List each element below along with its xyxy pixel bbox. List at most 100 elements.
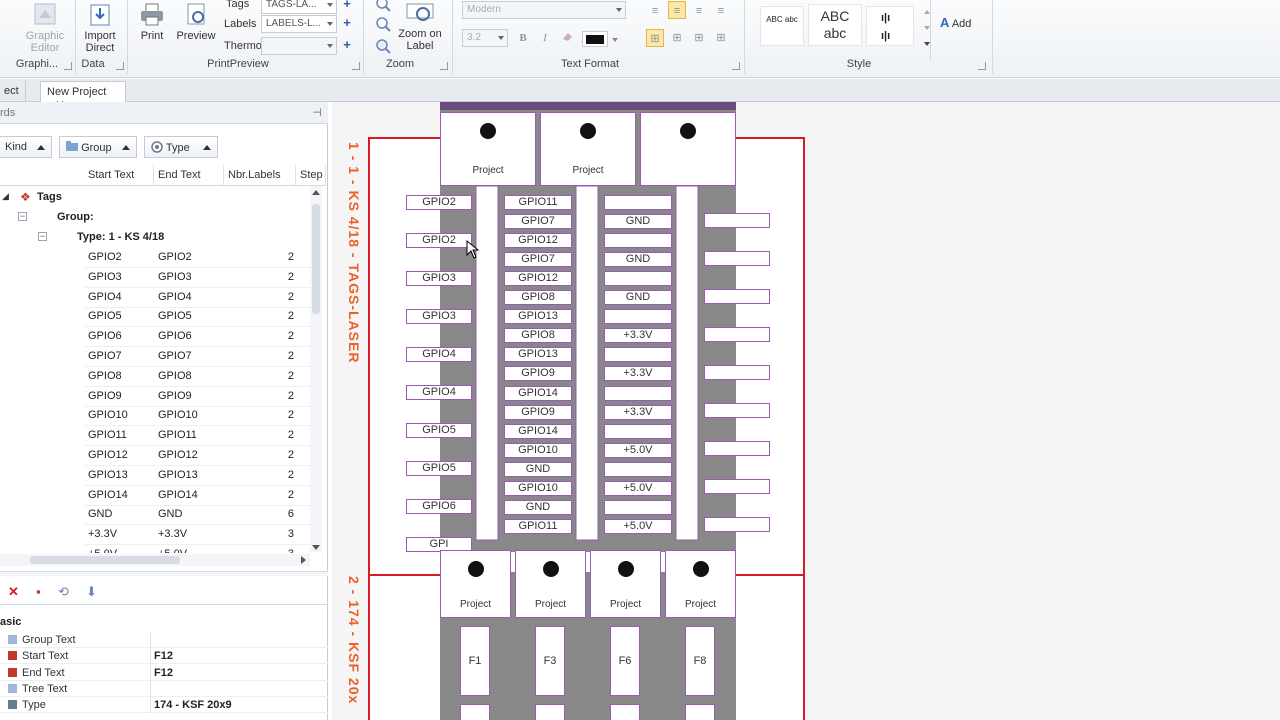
tag-label[interactable]: GPIO11 xyxy=(504,195,572,210)
tag-label[interactable]: GPIO5 xyxy=(406,461,472,476)
font-color-dropdown[interactable] xyxy=(612,38,618,42)
scroll-right-arrow[interactable] xyxy=(301,556,306,564)
tag-label[interactable]: GPIO12 xyxy=(504,233,572,249)
printpreview-dialog-launcher[interactable] xyxy=(352,62,360,70)
tag-label[interactable] xyxy=(604,271,672,287)
text-rotate-button[interactable]: ⊞ xyxy=(712,29,730,47)
style-sample-small[interactable]: ABC abc xyxy=(760,6,804,46)
tag-label-empty[interactable] xyxy=(704,251,770,266)
style-sample-rotated[interactable]: ı|ı ı|ı xyxy=(866,6,914,46)
style-sample-large[interactable]: ABC abc xyxy=(808,4,862,46)
horizontal-scrollbar[interactable] xyxy=(0,554,310,566)
tag-label[interactable]: GND xyxy=(504,461,572,477)
tag-label[interactable] xyxy=(604,195,672,210)
scroll-down-arrow[interactable] xyxy=(312,545,320,550)
tag-label[interactable]: GPIO13 xyxy=(504,347,572,363)
refresh-icon[interactable]: ⟲ xyxy=(58,584,69,600)
tag-label[interactable]: GND xyxy=(504,499,572,515)
tag-label[interactable]: GPIO5 xyxy=(406,423,472,438)
tag-label[interactable]: GPIO8 xyxy=(504,328,572,344)
tag-label[interactable]: GPIO3 xyxy=(406,309,472,324)
property-row[interactable]: Tree Text xyxy=(0,680,328,697)
scroll-thumb[interactable] xyxy=(312,204,320,314)
table-row[interactable]: GPIO13 GPIO13 2 xyxy=(0,466,310,486)
tag-label[interactable]: GND xyxy=(604,214,672,230)
properties-section-header[interactable]: asic xyxy=(0,616,21,628)
tag-label-empty[interactable] xyxy=(704,441,770,456)
table-row[interactable]: GPIO9 GPIO9 2 xyxy=(0,387,310,407)
property-row[interactable]: End Text F12 xyxy=(0,664,328,681)
tag-label[interactable]: GPIO3 xyxy=(406,271,472,286)
labels-add-button[interactable]: + xyxy=(340,16,354,31)
scroll-up-arrow[interactable] xyxy=(312,190,320,195)
add-style-button[interactable]: A Add xyxy=(940,16,984,30)
tag-label-empty[interactable] xyxy=(704,289,770,304)
tag-label-empty[interactable] xyxy=(704,365,770,380)
font-color-button[interactable] xyxy=(582,31,608,47)
table-row[interactable]: GPIO8 GPIO8 2 xyxy=(0,367,310,387)
table-row[interactable]: GND GND 6 xyxy=(0,505,310,526)
tag-label[interactable]: +5.0V xyxy=(604,518,672,534)
project-tag[interactable]: Project xyxy=(515,550,586,618)
property-value[interactable]: 174 - KSF 20x9 xyxy=(154,699,232,711)
style-gallery-scroll[interactable] xyxy=(920,4,934,54)
project-tag[interactable]: Project xyxy=(440,550,511,618)
project-tag[interactable]: Project xyxy=(590,550,661,618)
table-row[interactable]: +5.0V +5.0V 3 xyxy=(0,545,310,553)
tag-label[interactable]: GPIO7 xyxy=(504,252,572,268)
tag-label[interactable] xyxy=(604,423,672,439)
table-row[interactable]: GPIO3 GPIO3 2 xyxy=(0,268,310,288)
zoom-in-button[interactable] xyxy=(374,0,392,15)
tag-label[interactable]: GPIO2 xyxy=(406,195,472,210)
pin-icon[interactable]: ⊣ xyxy=(312,106,322,119)
tag-label-empty[interactable] xyxy=(704,327,770,342)
bold-button[interactable]: B xyxy=(514,29,532,47)
tag-label-empty[interactable] xyxy=(704,479,770,494)
tag-label[interactable]: GPIO10 xyxy=(504,480,572,496)
property-row[interactable]: Start Text F12 xyxy=(0,648,328,665)
valign-middle-button[interactable]: ⊞ xyxy=(668,29,686,47)
delete-icon[interactable]: ✕ xyxy=(8,584,19,600)
table-row[interactable]: GPIO10 GPIO10 2 xyxy=(0,406,310,427)
table-row[interactable]: GPIO14 GPIO14 2 xyxy=(0,486,310,506)
tag-label-empty[interactable] xyxy=(704,213,770,228)
tag-label[interactable]: GPIO14 xyxy=(504,423,572,439)
tags-add-button[interactable]: + xyxy=(340,0,354,12)
style-dialog-launcher[interactable] xyxy=(978,62,986,70)
project-tag[interactable] xyxy=(640,112,736,186)
tag-label-empty[interactable] xyxy=(704,403,770,418)
tag-label[interactable]: GPIO9 xyxy=(504,404,572,420)
table-row[interactable]: GPIO2 GPIO2 2 xyxy=(0,248,310,268)
textformat-dialog-launcher[interactable] xyxy=(732,62,740,70)
zoom-on-label-button[interactable]: Zoom on Label xyxy=(398,0,442,52)
align-justify-button[interactable]: ≡ xyxy=(712,2,730,20)
tag-label[interactable]: GPIO7 xyxy=(504,214,572,230)
table-row[interactable]: GPIO7 GPIO7 2 xyxy=(0,347,310,367)
italic-button[interactable]: I xyxy=(536,29,554,47)
valign-top-button[interactable]: ⊞ xyxy=(646,29,664,47)
tag-label[interactable]: GPIO2 xyxy=(406,233,472,248)
table-row[interactable]: GPIO5 GPIO5 2 xyxy=(0,307,310,328)
tag-label[interactable]: GPIO13 xyxy=(504,309,572,325)
table-row[interactable]: GPIO11 GPIO11 2 xyxy=(0,426,310,447)
align-right-button[interactable]: ≡ xyxy=(690,2,708,20)
vertical-scrollbar[interactable] xyxy=(310,186,322,552)
project-tag[interactable]: Project xyxy=(440,112,536,186)
tag-label[interactable] xyxy=(604,499,672,515)
table-row[interactable]: +3.3V +3.3V 3 xyxy=(0,525,310,546)
tag-label[interactable]: GPIO9 xyxy=(504,366,572,382)
zoom-out-button[interactable] xyxy=(374,16,392,35)
tag-label[interactable]: GPIO11 xyxy=(504,518,572,534)
fuse-label[interactable]: F8 xyxy=(685,626,715,696)
valign-bottom-button[interactable]: ⊞ xyxy=(690,29,708,47)
tag-label[interactable]: GND xyxy=(604,252,672,268)
tag-icon[interactable]: ▪ xyxy=(36,584,41,599)
tag-label-empty[interactable] xyxy=(704,517,770,532)
align-center-button[interactable]: ≡ xyxy=(668,1,686,19)
align-left-button[interactable]: ≡ xyxy=(646,2,664,20)
tag-label[interactable] xyxy=(604,233,672,249)
tag-label[interactable]: GND xyxy=(604,290,672,306)
tag-label[interactable]: GPIO4 xyxy=(406,385,472,400)
tag-label[interactable]: +5.0V xyxy=(604,480,672,496)
tag-label[interactable] xyxy=(604,385,672,401)
